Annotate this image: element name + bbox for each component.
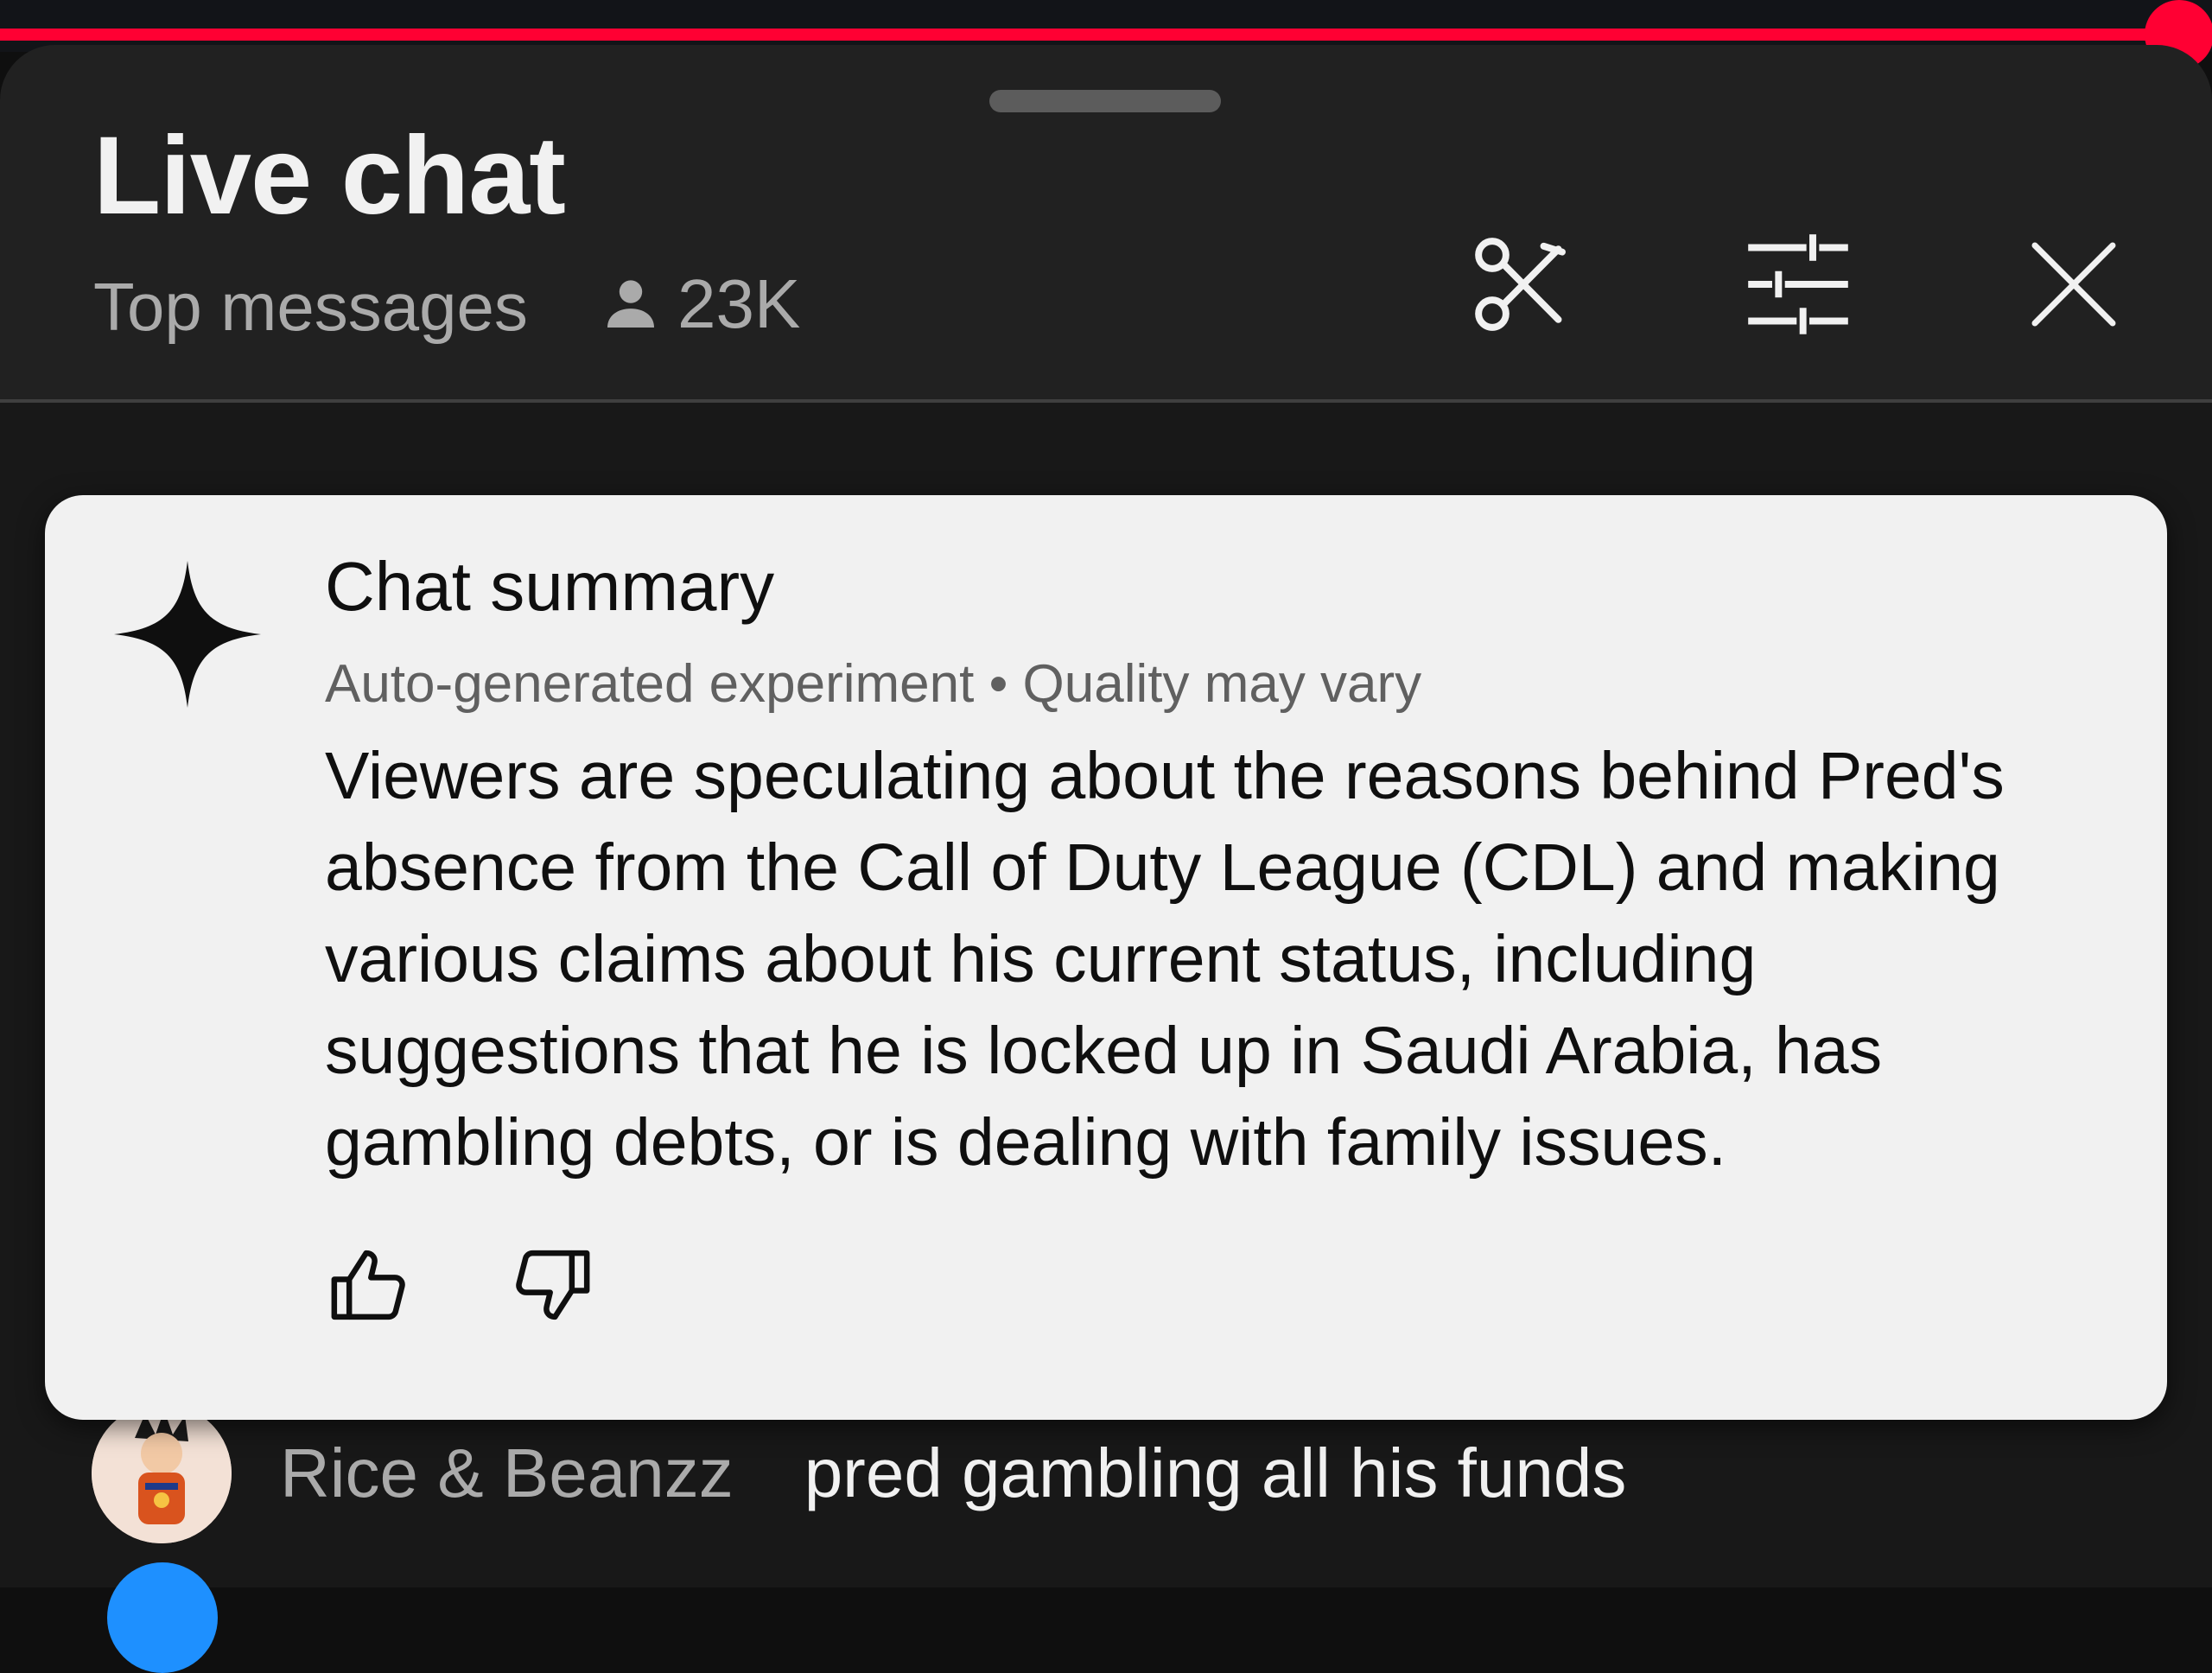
filter-button[interactable]: [1733, 219, 1863, 349]
avatar[interactable]: [107, 1562, 218, 1673]
dislike-button[interactable]: [499, 1233, 603, 1337]
drag-handle[interactable]: [989, 90, 1221, 112]
clip-button[interactable]: [1457, 219, 1586, 349]
viewer-count: 23K: [600, 270, 800, 339]
sparkle-icon: [114, 561, 261, 708]
close-icon: [2031, 242, 2116, 327]
like-button[interactable]: [318, 1233, 422, 1337]
close-button[interactable]: [2009, 219, 2139, 349]
chat-mode-selector[interactable]: Top messages: [93, 273, 528, 340]
person-icon: [607, 280, 654, 328]
filter-sliders-icon: [1748, 234, 1848, 334]
thumbs-down-icon: [516, 1250, 590, 1320]
thumbs-up-icon: [331, 1250, 405, 1320]
viewer-count-value: 23K: [677, 265, 801, 342]
chat-summary-card: Chat summary Auto-generated experiment •…: [45, 495, 2167, 1420]
message-author[interactable]: Rice & Beanzz: [280, 1439, 734, 1508]
scissors-icon: [1475, 238, 1566, 331]
summary-text: Viewers are speculating about the reason…: [325, 739, 2005, 1180]
video-progress-fill: [0, 29, 2179, 41]
chat-message[interactable]: Rice & Beanzz pred gambling all his fund…: [92, 1400, 1626, 1547]
message-text: pred gambling all his funds: [804, 1434, 1627, 1511]
video-progress-bar[interactable]: [0, 29, 2212, 41]
avatar[interactable]: [92, 1403, 232, 1543]
summary-title: Chat summary: [325, 548, 775, 625]
avatar-image: [92, 1403, 232, 1543]
video-player-edge: [0, 0, 2212, 52]
summary-disclaimer: Auto-generated experiment • Quality may …: [325, 654, 1422, 714]
panel-title: Live chat: [93, 114, 566, 238]
